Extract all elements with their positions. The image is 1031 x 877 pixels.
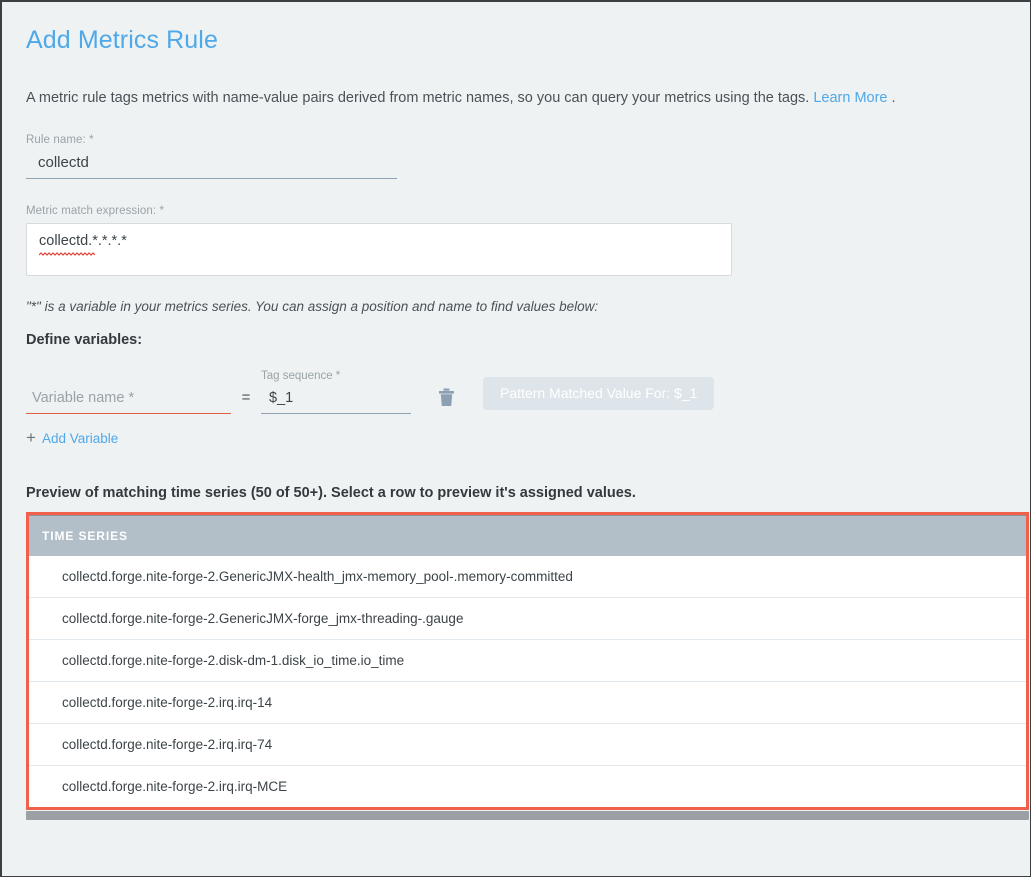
time-series-cell: collectd.forge.nite-forge-2.irq.irq-MCE (29, 765, 1026, 807)
table-row[interactable]: collectd.forge.nite-forge-2.disk-dm-1.di… (29, 639, 1026, 681)
rule-name-field: Rule name: * (26, 134, 1006, 179)
plus-icon: + (26, 429, 36, 446)
tag-sequence-input[interactable] (261, 388, 411, 414)
description-period: . (892, 90, 896, 106)
table-row[interactable]: collectd.forge.nite-forge-2.irq.irq-14 (29, 681, 1026, 723)
table-row[interactable]: collectd.forge.nite-forge-2.irq.irq-74 (29, 723, 1026, 765)
metric-expression-field: Metric match expression: * collectd.*.*.… (26, 205, 1006, 281)
rule-name-label: Rule name: * (26, 134, 1006, 146)
table-header-row: TIME SERIES (29, 516, 1026, 556)
define-variables-heading: Define variables: (26, 332, 1006, 348)
add-variable-button[interactable]: + Add Variable (26, 430, 118, 447)
time-series-table-scroll[interactable]: TIME SERIES collectd.forge.nite-forge-2.… (29, 515, 1026, 807)
table-body: collectd.forge.nite-forge-2.GenericJMX-h… (29, 556, 1026, 807)
page-title: Add Metrics Rule (26, 26, 1006, 55)
variable-name-column (26, 388, 231, 414)
time-series-cell: collectd.forge.nite-forge-2.disk-dm-1.di… (29, 639, 1026, 681)
variable-definition-row: = Tag sequence * Pattern Matched Value F… (26, 362, 1006, 414)
time-series-table: TIME SERIES collectd.forge.nite-forge-2.… (29, 516, 1026, 807)
table-row[interactable]: collectd.forge.nite-forge-2.irq.irq-MCE (29, 765, 1026, 807)
pattern-matched-value-button[interactable]: Pattern Matched Value For: $_1 (483, 377, 714, 410)
table-row[interactable]: collectd.forge.nite-forge-2.GenericJMX-h… (29, 556, 1026, 598)
time-series-cell: collectd.forge.nite-forge-2.GenericJMX-f… (29, 597, 1026, 639)
metric-expression-input[interactable]: collectd.*.*.*.* (26, 223, 732, 276)
page-root: Add Metrics Rule A metric rule tags metr… (0, 0, 1031, 877)
metric-expression-label: Metric match expression: * (26, 205, 1006, 217)
time-series-table-container: TIME SERIES collectd.forge.nite-forge-2.… (26, 512, 1029, 810)
horizontal-scrollbar[interactable] (26, 811, 1029, 820)
add-variable-label: Add Variable (42, 431, 118, 446)
time-series-cell: collectd.forge.nite-forge-2.irq.irq-14 (29, 681, 1026, 723)
time-series-cell: collectd.forge.nite-forge-2.irq.irq-74 (29, 723, 1026, 765)
variable-name-input[interactable] (26, 388, 231, 414)
description-text: A metric rule tags metrics with name-val… (26, 90, 809, 106)
page-description: A metric rule tags metrics with name-val… (26, 89, 1006, 108)
table-head: TIME SERIES (29, 516, 1026, 556)
variable-hint-text: "*" is a variable in your metrics series… (26, 299, 1006, 314)
horizontal-scrollbar-thumb[interactable] (26, 811, 1029, 820)
column-header-time-series[interactable]: TIME SERIES (29, 516, 1026, 556)
preview-label: Preview of matching time series (50 of 5… (26, 485, 1006, 501)
time-series-cell: collectd.forge.nite-forge-2.GenericJMX-h… (29, 556, 1026, 598)
page-content: Add Metrics Rule A metric rule tags metr… (2, 2, 1030, 820)
table-row[interactable]: collectd.forge.nite-forge-2.GenericJMX-f… (29, 597, 1026, 639)
tag-sequence-column: Tag sequence * (261, 370, 411, 414)
delete-variable-button[interactable] (411, 387, 481, 414)
metric-expression-wrapper: collectd.*.*.*.* (26, 223, 732, 281)
trash-icon (438, 388, 455, 408)
tag-sequence-label: Tag sequence * (261, 370, 411, 382)
equals-sign: = (231, 389, 261, 414)
learn-more-link[interactable]: Learn More (813, 90, 887, 106)
rule-name-input[interactable] (26, 152, 397, 179)
